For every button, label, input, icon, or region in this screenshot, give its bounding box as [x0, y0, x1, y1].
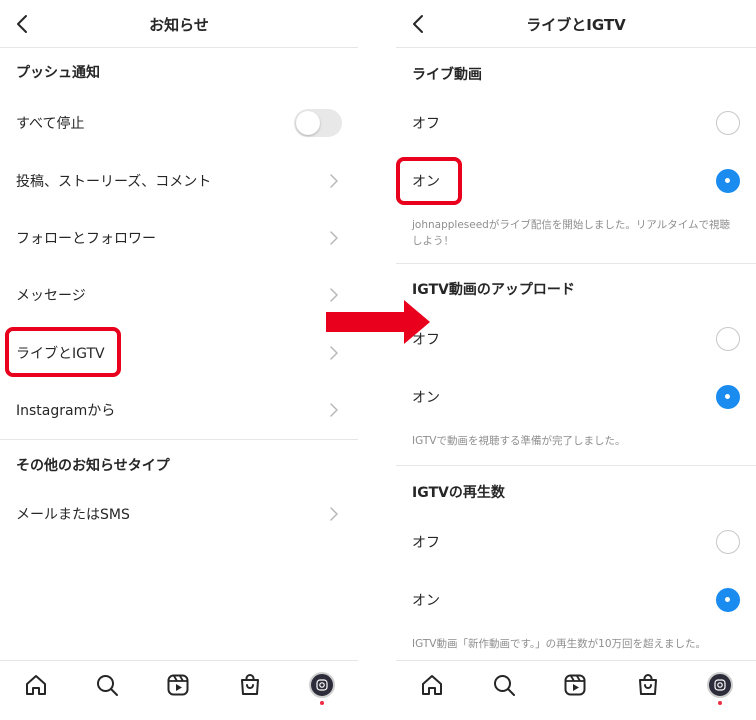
option-label: オフ: [412, 535, 440, 551]
tab-home[interactable]: [22, 671, 50, 699]
option-label: オン: [412, 593, 440, 609]
tab-shop[interactable]: [236, 671, 264, 699]
menu-item-label: Instagramから: [16, 403, 116, 419]
menu-item-posts[interactable]: 投稿、ストーリーズ、コメント: [0, 155, 358, 207]
views-description: IGTV動画「新作動画です。」の再生数が10万回を超えました。: [412, 638, 707, 650]
upload-off-option[interactable]: オフ: [396, 313, 756, 365]
search-icon: [97, 675, 118, 696]
tab-profile[interactable]: [706, 671, 734, 699]
header: お知らせ: [0, 0, 358, 48]
red-arrow-icon: [326, 300, 430, 344]
stop-all-toggle[interactable]: [294, 109, 342, 137]
shop-icon: [241, 674, 259, 695]
live-description: johnappleseedがライブ配信を開始しました。リアルタイムで視聴しよう！: [412, 219, 731, 247]
page-title: ライブとIGTV: [526, 16, 626, 34]
search-icon: [494, 675, 515, 696]
home-icon: [422, 675, 442, 695]
stop-all-label: すべて停止: [16, 116, 85, 132]
tab-shop[interactable]: [634, 671, 662, 699]
views-on-option[interactable]: オン: [396, 574, 756, 626]
live-off-option[interactable]: オフ: [396, 97, 756, 149]
shop-icon: [639, 674, 657, 695]
divider: [0, 439, 358, 440]
tab-reels[interactable]: [164, 671, 192, 699]
section-title-other: その他のお知らせタイプ: [16, 458, 170, 474]
tab-search[interactable]: [93, 671, 121, 699]
section-title-views: IGTVの再生数: [412, 485, 505, 501]
option-label: オフ: [412, 116, 440, 132]
menu-item-label: メッセージ: [16, 288, 86, 304]
section-title-upload: IGTV動画のアップロード: [412, 282, 575, 298]
reels-icon: [167, 674, 189, 696]
radio-button[interactable]: [716, 530, 740, 554]
divider: [396, 465, 756, 466]
chevron-right-icon: [326, 506, 342, 522]
menu-item-live-igtv[interactable]: ライブとIGTV: [0, 327, 358, 379]
divider: [396, 263, 756, 264]
option-label: オン: [412, 174, 440, 190]
toggle-knob: [296, 111, 320, 135]
menu-item-messages[interactable]: メッセージ: [0, 269, 358, 321]
live-on-option[interactable]: オン: [396, 155, 756, 207]
camera-icon: [316, 679, 328, 691]
radio-button-selected[interactable]: [716, 169, 740, 193]
menu-item-follow[interactable]: フォローとフォロワー: [0, 212, 358, 264]
live-igtv-screen: ライブとIGTV ライブ動画 オフ オン johnappleseedがライブ配信…: [396, 0, 756, 720]
option-label: オン: [412, 390, 440, 406]
chevron-right-icon: [326, 173, 342, 189]
page-title: お知らせ: [149, 16, 209, 34]
reels-icon: [564, 674, 586, 696]
chevron-right-icon: [326, 345, 342, 361]
radio-button-selected[interactable]: [716, 588, 740, 612]
views-off-option[interactable]: オフ: [396, 516, 756, 568]
menu-item-label: 投稿、ストーリーズ、コメント: [16, 174, 212, 190]
radio-button[interactable]: [716, 111, 740, 135]
upload-on-option[interactable]: オン: [396, 371, 756, 423]
menu-item-label: ライブとIGTV: [16, 346, 105, 362]
tab-bar: [396, 660, 756, 720]
chevron-right-icon: [326, 230, 342, 246]
menu-item-label: フォローとフォロワー: [16, 231, 156, 247]
upload-description: IGTVで動画を視聴する準備が完了しました。: [412, 435, 626, 447]
notification-dot: [320, 701, 324, 705]
menu-item-label: メールまたはSMS: [16, 507, 130, 523]
chevron-right-icon: [326, 402, 342, 418]
home-icon: [26, 675, 46, 695]
profile-avatar: [309, 672, 335, 698]
tab-profile[interactable]: [308, 671, 336, 699]
profile-avatar: [707, 672, 733, 698]
header: ライブとIGTV: [396, 0, 756, 48]
menu-item-email-sms[interactable]: メールまたはSMS: [0, 488, 358, 540]
menu-item-from-instagram[interactable]: Instagramから: [0, 384, 358, 436]
camera-icon: [714, 679, 726, 691]
tab-search[interactable]: [490, 671, 518, 699]
notifications-screen: お知らせ プッシュ通知 すべて停止 投稿、ストーリーズ、コメント フォローとフォ…: [0, 0, 358, 720]
radio-button[interactable]: [716, 327, 740, 351]
tab-reels[interactable]: [561, 671, 589, 699]
option-label: オフ: [412, 332, 440, 348]
section-title-push: プッシュ通知: [16, 65, 100, 81]
stop-all-row[interactable]: すべて停止: [0, 97, 358, 149]
tab-home[interactable]: [418, 671, 446, 699]
section-title-live: ライブ動画: [412, 67, 482, 83]
radio-button-selected[interactable]: [716, 385, 740, 409]
tab-bar: [0, 660, 358, 720]
notification-dot: [718, 701, 722, 705]
